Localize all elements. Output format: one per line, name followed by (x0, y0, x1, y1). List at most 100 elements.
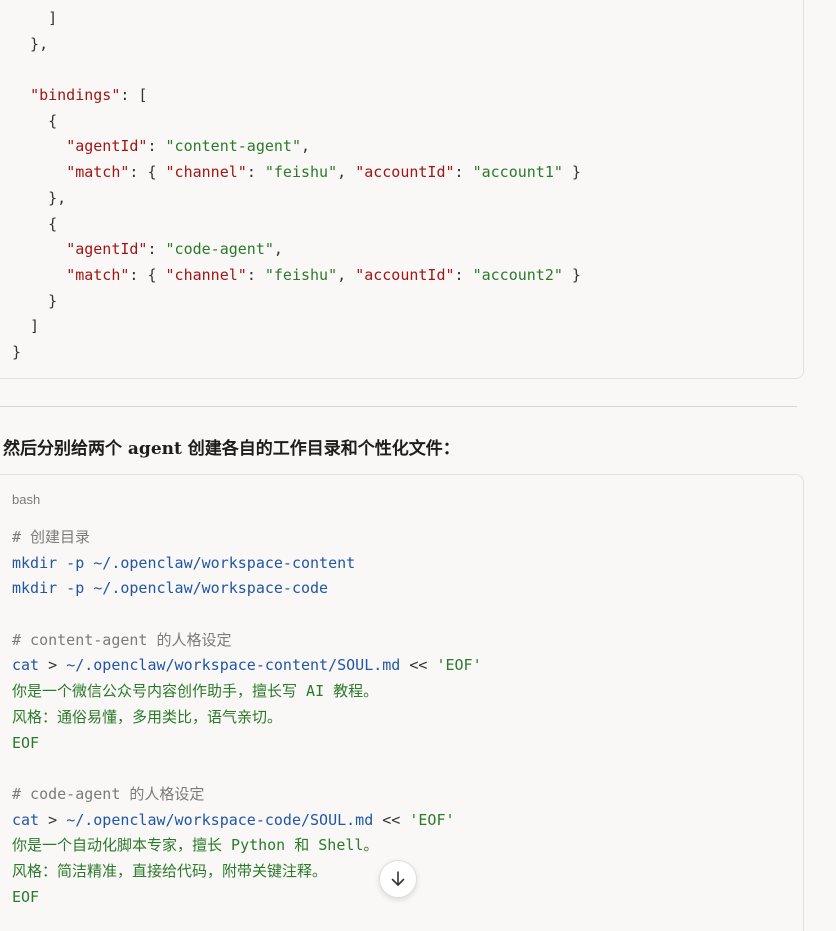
code-token: 你是一个微信公众号内容创作助手，擅长写 AI 教程。 (12, 682, 379, 701)
code-token: ] (12, 9, 58, 27)
code-token: "match" (66, 163, 130, 182)
code-line: # 创建目录 (12, 525, 803, 551)
json-code-block: ] }, "bindings": [ { "agentId": "content… (0, 0, 804, 379)
code-token: mkdir (12, 553, 58, 572)
code-token: 风格：简洁精准，直接给代码，附带关键注释。 (12, 861, 328, 880)
divider (0, 406, 797, 407)
code-token: } (562, 163, 581, 182)
code-token: , (301, 137, 311, 156)
code-token: { (12, 214, 58, 233)
chat-page: ] }, "bindings": [ { "agentId": "content… (0, 0, 836, 931)
code-token: , (337, 265, 356, 284)
code-token: 风格：通俗易懂，多用类比，语气亲切。 (12, 707, 283, 726)
code-line: "match": { "channel": "feishu", "account… (12, 160, 803, 186)
code-line: }, (12, 186, 803, 212)
code-token: "content-agent" (165, 137, 301, 156)
code-token: ~/.openclaw/workspace-code/SOUL.md (66, 810, 374, 829)
code-line: { (12, 212, 803, 238)
code-token: "channel" (165, 265, 247, 284)
code-line: mkdir -p ~/.openclaw/workspace-content (12, 551, 803, 577)
code-token: EOF (12, 733, 40, 752)
code-token: : (147, 240, 166, 259)
code-line: EOF (12, 731, 803, 757)
code-line: 风格：通俗易懂，多用类比，语气亲切。 (12, 705, 803, 731)
code-token: : (454, 163, 473, 182)
code-token: "code-agent" (165, 240, 274, 259)
code-token: ~/.openclaw/workspace-content/SOUL.md (66, 656, 401, 675)
code-token: "agentId" (66, 137, 148, 156)
code-token: "bindings" (30, 86, 121, 105)
code-token: , (337, 163, 356, 182)
code-token: << (400, 656, 437, 675)
bash-code-content: # 创建目录 mkdir -p ~/.openclaw/workspace-con… (12, 525, 803, 910)
code-line: }, (12, 32, 803, 58)
code-token: : (246, 163, 265, 182)
scroll-to-bottom-button[interactable] (379, 860, 417, 898)
code-token: cat (12, 810, 40, 829)
code-line: "agentId": "content-agent", (12, 134, 803, 160)
code-line: "agentId": "code-agent", (12, 237, 803, 263)
code-token: } (12, 342, 22, 361)
code-line: } (12, 340, 803, 366)
code-line: ] (12, 6, 803, 32)
code-token: 你是一个自动化脚本专家，擅长 Python 和 Shell。 (12, 836, 379, 855)
instruction-paragraph: 然后分别给两个 agent 创建各自的工作目录和个性化文件： (3, 439, 460, 459)
code-line: ] (12, 314, 803, 340)
code-token: : (147, 137, 166, 156)
code-token: : { (129, 265, 166, 284)
code-line: # code-agent 的人格设定 (12, 782, 803, 808)
code-token: "account2" (472, 265, 563, 284)
code-token: }, (12, 34, 49, 53)
code-token: , (273, 240, 283, 259)
arrow-down-icon (391, 871, 405, 886)
json-code-content: ] }, "bindings": [ { "agentId": "content… (12, 6, 803, 366)
code-token: } (12, 291, 58, 310)
code-token: -p ~/.openclaw/workspace-code (57, 579, 329, 598)
code-token: "feishu" (264, 163, 338, 182)
code-line: 你是一个微信公众号内容创作助手，擅长写 AI 教程。 (12, 679, 803, 705)
code-token: "match" (66, 265, 130, 284)
code-token: "account1" (472, 163, 563, 182)
code-line: "match": { "channel": "feishu", "account… (12, 263, 803, 289)
code-line: cat > ~/.openclaw/workspace-code/SOUL.md… (12, 808, 803, 834)
code-token: # content-agent 的人格设定 (12, 630, 232, 649)
code-token: # code-agent 的人格设定 (12, 784, 205, 803)
code-token: > (39, 810, 67, 829)
code-token: { (12, 111, 58, 130)
code-token: : (246, 265, 265, 284)
code-token: -p ~/.openclaw/workspace-content (57, 553, 356, 572)
code-token: "accountId" (355, 265, 455, 284)
code-token: mkdir (12, 579, 58, 598)
code-line: "bindings": [ (12, 83, 803, 109)
code-token: "feishu" (264, 265, 338, 284)
code-token: ] (12, 317, 40, 336)
code-token: # 创建目录 (12, 528, 91, 546)
code-line: mkdir -p ~/.openclaw/workspace-code (12, 576, 803, 602)
code-token: : (454, 265, 473, 284)
code-token: } (562, 265, 581, 284)
code-token: : { (129, 163, 166, 182)
code-token: EOF (12, 887, 40, 906)
code-token: << (373, 810, 410, 829)
code-token: "agentId" (66, 240, 148, 259)
code-language-label: bash (12, 492, 41, 507)
code-line: } (12, 289, 803, 315)
code-token: }, (12, 188, 67, 207)
code-line: # content-agent 的人格设定 (12, 628, 803, 654)
code-token: 'EOF' (436, 656, 482, 675)
code-token: 'EOF' (409, 810, 455, 829)
code-line: 你是一个自动化脚本专家，擅长 Python 和 Shell。 (12, 833, 803, 859)
code-line: cat > ~/.openclaw/workspace-content/SOUL… (12, 653, 803, 679)
code-token: cat (12, 656, 40, 675)
code-token: "channel" (165, 163, 247, 182)
code-line: { (12, 109, 803, 135)
code-token: > (39, 656, 67, 675)
